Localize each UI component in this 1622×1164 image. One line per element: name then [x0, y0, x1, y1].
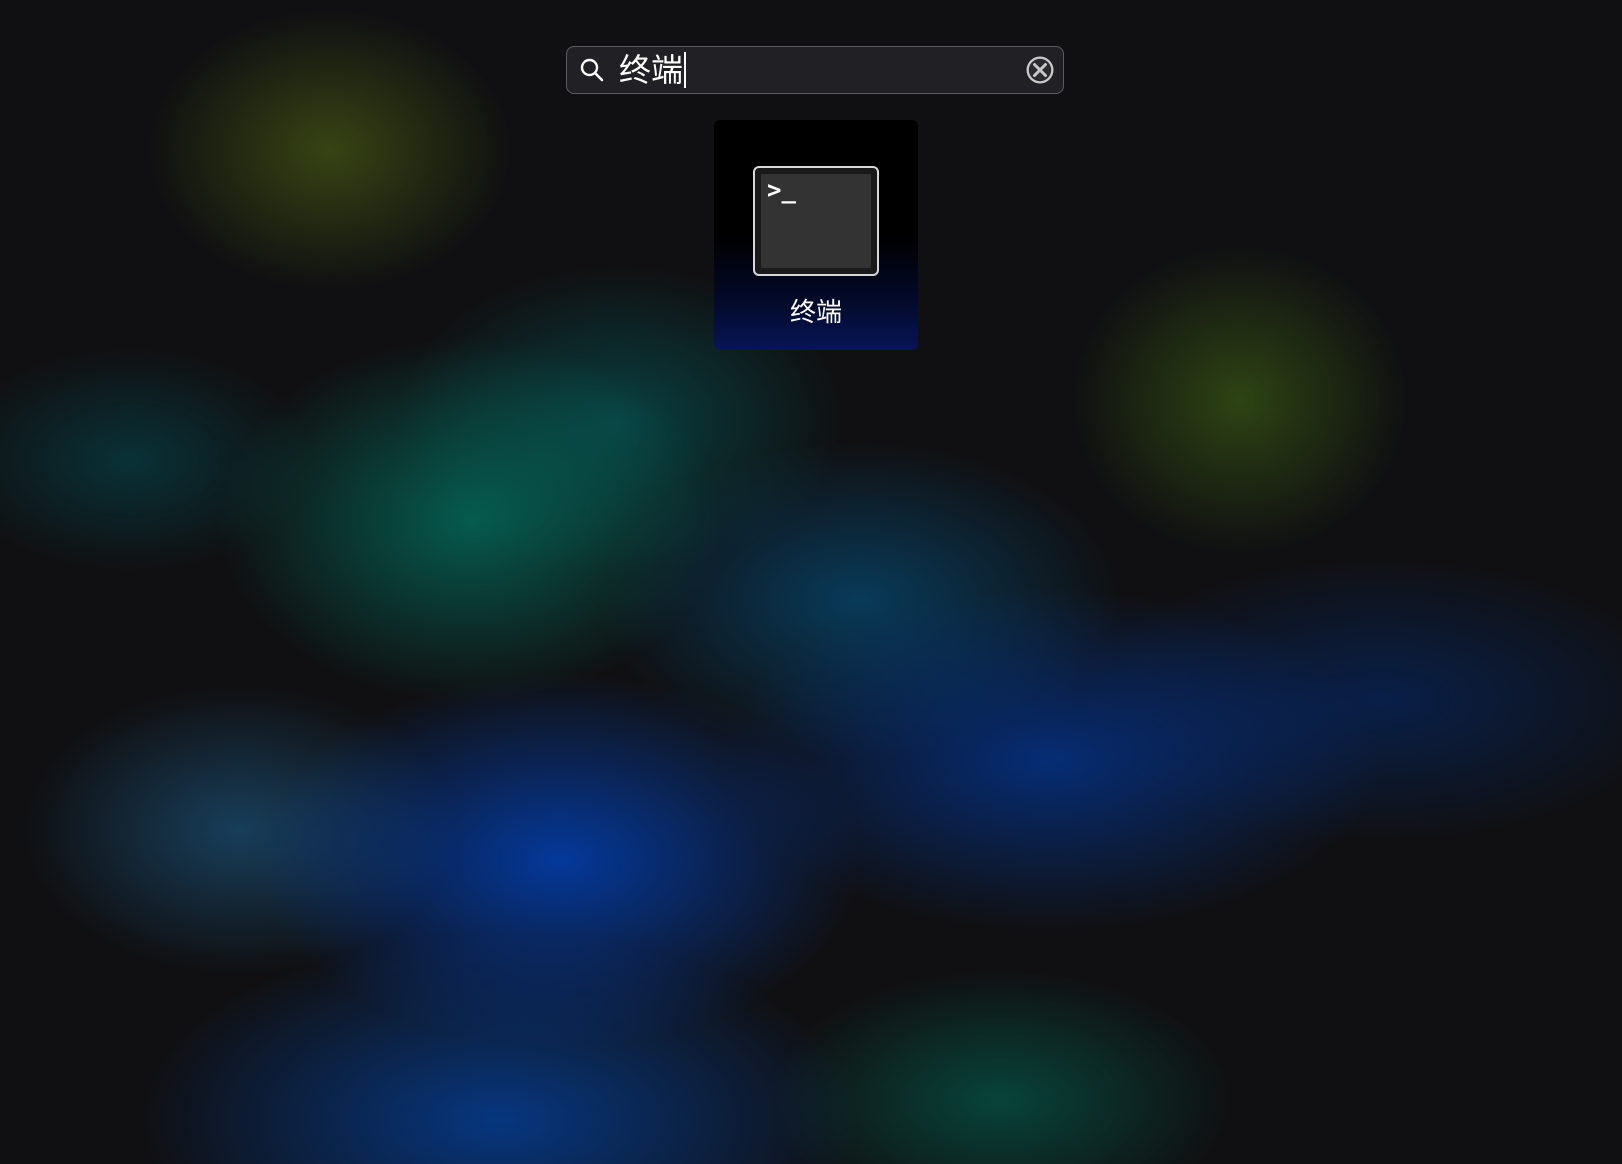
search-icon: [580, 58, 604, 82]
terminal-icon: >_: [753, 166, 879, 276]
text-caret: [684, 52, 687, 88]
app-result-terminal[interactable]: >_ 终端: [714, 120, 918, 350]
search-query-text: 终端: [619, 51, 684, 89]
app-label-terminal: 终端: [789, 298, 842, 328]
clear-icon[interactable]: [1025, 55, 1055, 85]
search-bar[interactable]: 终端: [566, 46, 1064, 94]
terminal-prompt-glyph: >_: [767, 176, 796, 204]
search-input[interactable]: 终端: [619, 51, 687, 89]
